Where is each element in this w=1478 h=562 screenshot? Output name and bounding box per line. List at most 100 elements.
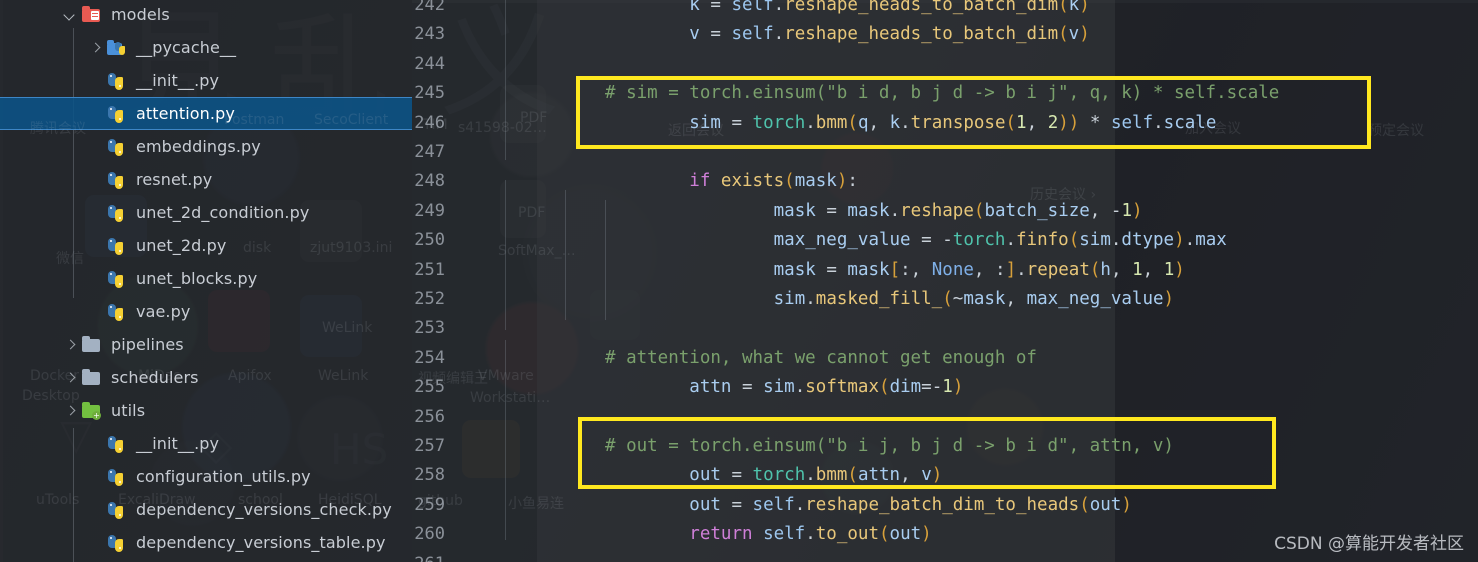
tree-item-label: utils [111, 401, 146, 420]
tree-item-unet-2d-condition-py[interactable]: unet_2d_condition.py [0, 196, 412, 229]
tree-item--pycache-[interactable]: __pycache__ [0, 31, 412, 64]
code-line: mask = mask[:, None, :].repeat(h, 1, 1) [773, 259, 1185, 280]
indent-guide-4 [505, 340, 506, 540]
tree-item-label: configuration_utils.py [136, 467, 311, 486]
chevron-right-icon[interactable] [62, 370, 78, 386]
python-file-icon [106, 237, 128, 255]
tree-item-models[interactable]: models [0, 0, 412, 31]
indent-guide-3 [605, 200, 606, 320]
code-line: sim.masked_fill_(~mask, max_neg_value) [773, 289, 1175, 309]
tree-item--init-py[interactable]: __init__.py [0, 64, 412, 97]
tree-item-label: schedulers [111, 368, 199, 387]
csdn-watermark: CSDN @算能开发者社区 [1274, 534, 1464, 554]
tree-item-label: __init__.py [136, 71, 220, 90]
tree-item-unet-2d-py[interactable]: unet_2d.py [0, 229, 412, 262]
code-line: sim = torch.bmm(q, k.transpose(1, 2)) * … [689, 112, 1217, 133]
tree-item-pipelines[interactable]: pipelines [0, 328, 412, 361]
line-number: 257 [414, 436, 445, 456]
line-number: 249 [414, 200, 445, 221]
tree-item-label: models [111, 5, 170, 24]
line-number: 248 [414, 171, 445, 192]
line-number: 255 [414, 377, 445, 398]
line-number: 243 [414, 24, 445, 45]
python-file-icon [106, 171, 128, 189]
tree-item-embeddings-py[interactable]: embeddings.py [0, 130, 412, 163]
tree-item-attention-py[interactable]: attention.py [0, 97, 412, 130]
tree-item-label: resnet.py [136, 170, 213, 189]
line-number: 261 [385, 554, 445, 562]
tree-item-label: unet_2d_condition.py [136, 203, 310, 222]
line-number: 245 [414, 83, 445, 104]
python-file-icon [106, 534, 128, 552]
tree-item-schedulers[interactable]: schedulers [0, 361, 412, 394]
tree-item-utils[interactable]: + utils [0, 394, 412, 427]
line-number: 253 [414, 318, 445, 339]
chevron-right-icon[interactable] [87, 40, 103, 56]
line-number: 260 [414, 524, 445, 545]
code-line: out = torch.bmm(attn, v) [689, 465, 943, 486]
tree-item-dependency-versions-check-py[interactable]: dependency_versions_check.py [0, 493, 412, 526]
code-line: max_neg_value = -torch.finfo(sim.dtype).… [773, 230, 1227, 251]
python-file-icon [106, 138, 128, 156]
tree-item-unet-blocks-py[interactable]: unet_blocks.py [0, 262, 412, 295]
tree-item-configuration-utils-py[interactable]: configuration_utils.py [0, 460, 412, 493]
tree-item-label: __pycache__ [136, 38, 237, 57]
line-number: 251 [414, 259, 445, 280]
code-line: v = self.reshape_heads_to_batch_dim(v) [689, 24, 1090, 45]
python-file-icon [106, 468, 128, 486]
code-line: out = self.reshape_batch_dim_to_heads(ou… [689, 494, 1132, 515]
line-number: 258 [414, 465, 445, 486]
python-folder-icon [106, 39, 128, 57]
python-file-icon [106, 204, 128, 222]
tree-item-resnet-py[interactable]: resnet.py [0, 163, 412, 196]
indent-guide-2 [565, 190, 566, 320]
python-file-icon [106, 105, 128, 123]
folder-icon [81, 335, 103, 354]
chevron-down-icon[interactable] [62, 7, 78, 23]
tree-item-label: __init__.py [136, 434, 220, 453]
line-number: 252 [414, 289, 445, 309]
code-line: attn = sim.softmax(dim=-1) [689, 377, 964, 398]
module-folder-icon [81, 5, 103, 24]
line-number: 244 [414, 53, 445, 74]
tree-item-label: embeddings.py [136, 137, 261, 156]
code-line: # attention, what we cannot get enough o… [605, 347, 1037, 368]
line-number: 256 [414, 406, 445, 427]
chevron-right-icon[interactable] [62, 403, 78, 419]
tree-item-vae-py[interactable]: vae.py [0, 295, 412, 328]
line-number: 259 [414, 494, 445, 515]
tree-item--init-py[interactable]: __init__.py [0, 427, 412, 460]
python-file-icon [106, 435, 128, 453]
code-line: mask = mask.reshape(batch_size, -1) [773, 200, 1143, 221]
line-number: 247 [414, 142, 445, 162]
tree-item-label: vae.py [136, 302, 191, 321]
code-line: return self.to_out(out) [689, 524, 932, 545]
tree-item-label: dependency_versions_check.py [136, 500, 392, 519]
tree-item-label: dependency_versions_table.py [136, 533, 386, 552]
tree-item-label: unet_2d.py [136, 236, 227, 255]
folder-icon [81, 368, 103, 387]
python-file-icon [106, 501, 128, 519]
tree-item-label: unet_blocks.py [136, 269, 258, 288]
indent-guide-1 [505, 180, 506, 330]
line-number: 246 [414, 112, 445, 133]
tree-item-label: pipelines [111, 335, 184, 354]
screen-root: 見 乱 义 ▽ HS ◇ models__pycache____init__.p… [0, 0, 1478, 562]
tree-item-label: attention.py [136, 104, 235, 123]
chevron-right-icon[interactable] [62, 337, 78, 353]
project-tree-panel[interactable]: models __pycache__ __init__.py attention.py… [0, 0, 412, 562]
python-file-icon [106, 72, 128, 90]
tree-item-dependency-versions-table-py[interactable]: dependency_versions_table.py [0, 526, 412, 559]
code-line: if exists(mask): [689, 171, 858, 192]
